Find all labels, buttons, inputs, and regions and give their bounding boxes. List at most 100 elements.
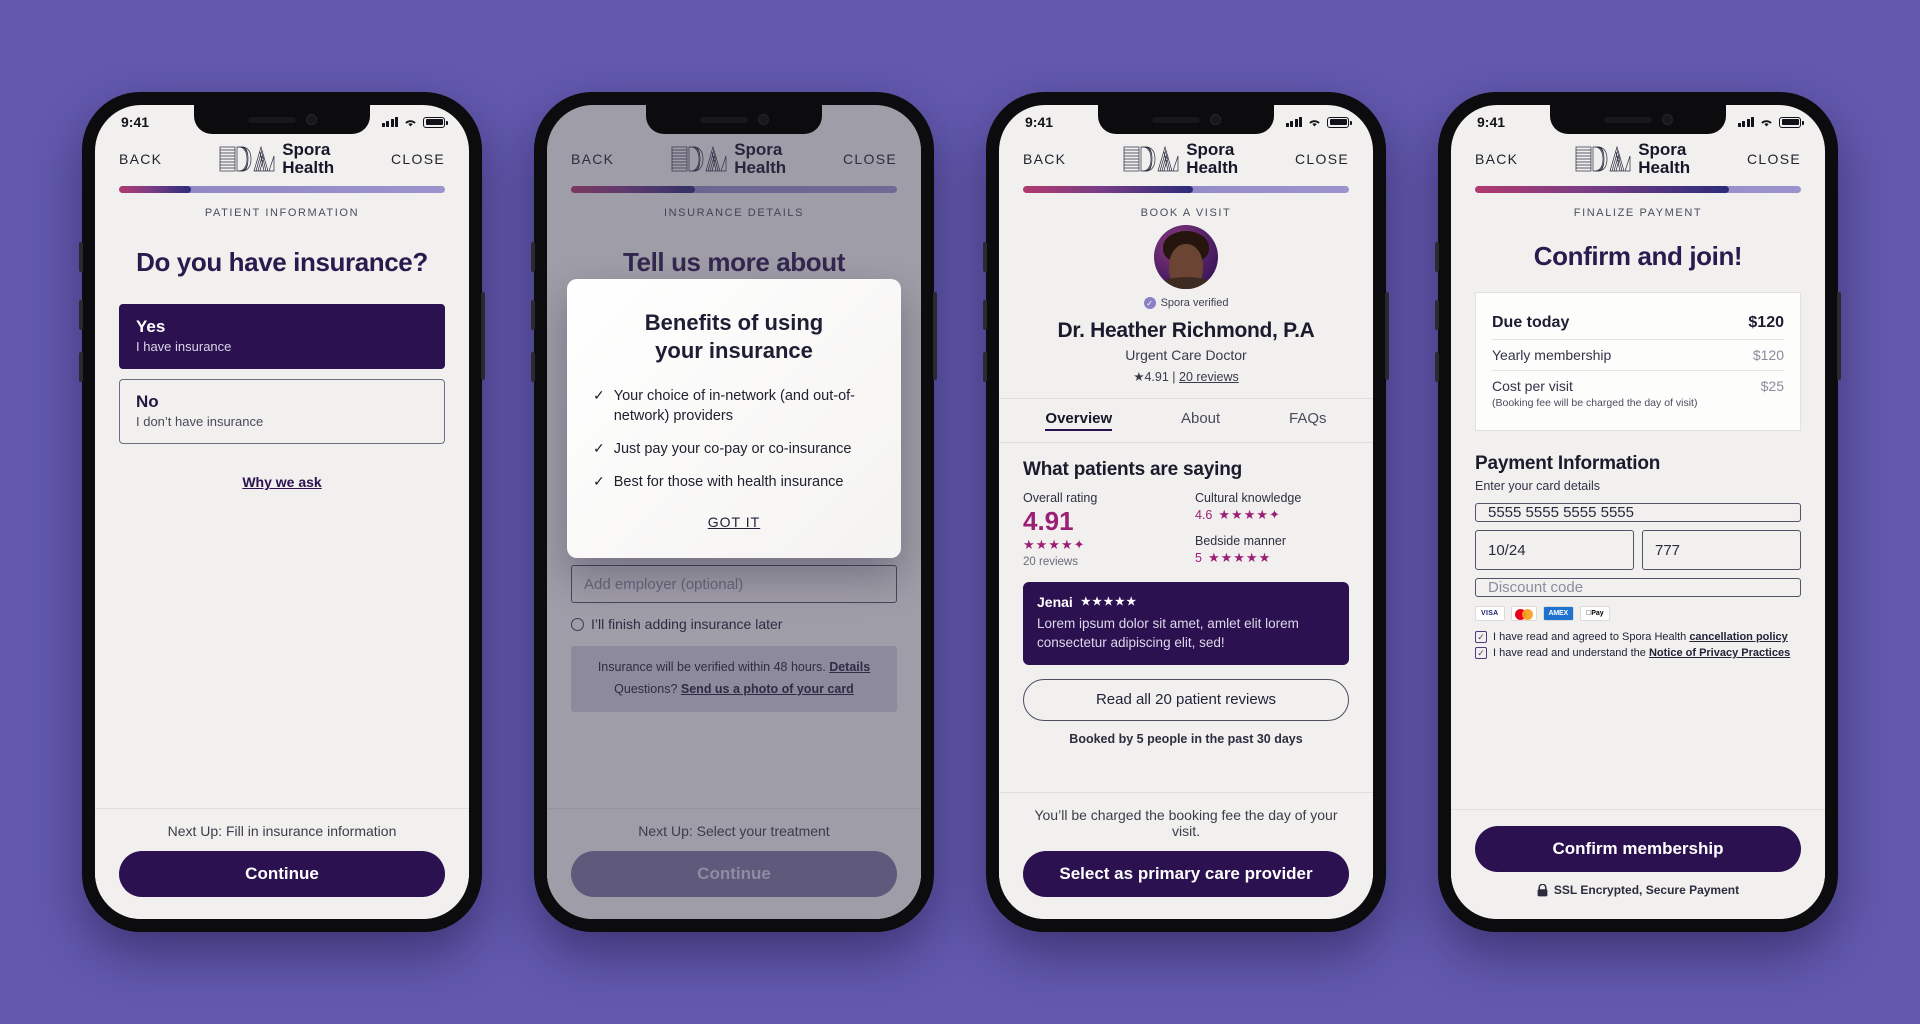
why-we-ask-link-wrap: Why we ask <box>95 474 469 492</box>
battery-icon <box>423 116 448 128</box>
choice-no[interactable]: No I don’t have insurance <box>119 379 445 444</box>
brand-name-line2: Health <box>1186 157 1239 177</box>
choice-yes[interactable]: Yes I have insurance <box>119 304 445 369</box>
cellular-signal-icon <box>1737 117 1754 127</box>
front-camera-icon <box>757 114 769 125</box>
app-bar: BACK Spora Health CLOSE <box>547 135 921 176</box>
radio-icon <box>571 617 584 631</box>
phone-mockup-stage: 9:41 BACK Spora Health CLOSE PATIENT INF… <box>0 0 1920 1024</box>
review-text: Lorem ipsum dolor sit amet, amlet elit l… <box>1037 615 1299 650</box>
screen-body: Confirm and join! Due today $120 Yearly … <box>1451 219 1825 809</box>
phone-3-provider-profile: 9:41 BACK Spora Health CLOSE BOOK A VISI… <box>983 92 1389 932</box>
status-time: 9:41 <box>1477 114 1506 130</box>
insurance-choice-list: Yes I have insurance No I don’t have ins… <box>95 304 469 444</box>
notice-photo-link[interactable]: Send us a photo of your card <box>681 682 854 696</box>
read-all-reviews-button[interactable]: Read all 20 patient reviews <box>1023 678 1349 721</box>
status-time: 9:41 <box>121 114 150 130</box>
phone-4-payment: 9:41 BACK Spora Health CLOSE FINALIZE PA… <box>1435 92 1841 932</box>
tab-faqs[interactable]: FAQs <box>1289 410 1327 431</box>
cellular-signal-icon <box>381 117 398 127</box>
employer-field-row: Add employer (optional) <box>547 565 921 603</box>
yearly-membership-label: Yearly membership <box>1492 347 1612 363</box>
close-button[interactable]: CLOSE <box>843 151 897 167</box>
cultural-knowledge-stars: ★★★★✦ <box>1218 507 1281 522</box>
consent-cancellation-policy[interactable]: ✓ I have read and agreed to Spora Health… <box>1475 631 1801 643</box>
employer-field[interactable]: Add employer (optional) <box>571 565 897 603</box>
battery-icon <box>1327 116 1352 128</box>
step-label: BOOK A VISIT <box>1140 207 1232 219</box>
provider-reviews-link[interactable]: 20 reviews <box>1179 370 1239 384</box>
overall-review-count: 20 reviews <box>1023 555 1078 568</box>
review-author: Jenai <box>1037 593 1073 610</box>
cultural-knowledge-value: 4.6 <box>1195 508 1213 522</box>
select-primary-care-provider-button[interactable]: Select as primary care provider <box>1023 851 1349 897</box>
phone-notch <box>1550 105 1726 134</box>
progress-bar <box>999 176 1373 193</box>
summary-row-due-today: Due today $120 <box>1492 307 1784 339</box>
screen-footer: You’ll be charged the booking fee the da… <box>999 792 1373 919</box>
cultural-knowledge-label: Cultural knowledge <box>1195 491 1302 505</box>
payment-information-title: Payment Information <box>1475 453 1661 474</box>
checkbox-checked-icon[interactable]: ✓ <box>1475 631 1487 643</box>
card-number-field[interactable]: 5555 5555 5555 5555 <box>1475 503 1801 522</box>
wifi-icon <box>1309 119 1320 126</box>
notice-line1-text: Insurance will be verified within 48 hou… <box>597 660 830 674</box>
benefit-item: ✓ Your choice of in-network (and out-of-… <box>593 386 875 426</box>
benefit-text: Your choice of in-network (and out-of-ne… <box>613 388 855 424</box>
due-today-label: Due today <box>1492 314 1570 331</box>
confirm-membership-button[interactable]: Confirm membership <box>1475 826 1801 872</box>
next-up-text: Next Up: Fill in insurance information <box>167 823 397 839</box>
back-button[interactable]: BACK <box>1475 151 1518 167</box>
progress-bar <box>547 176 921 193</box>
choice-yes-title: Yes <box>136 317 166 336</box>
card-cvc-field[interactable]: 777 <box>1642 530 1801 570</box>
progress-fill <box>1475 186 1730 193</box>
notice-details-link[interactable]: Details <box>829 660 870 674</box>
booking-fee-note: You’ll be charged the booking fee the da… <box>1034 807 1338 839</box>
close-button[interactable]: CLOSE <box>391 151 445 167</box>
got-it-button[interactable]: GOT IT <box>708 514 760 530</box>
brand-name-line2: Health <box>1638 157 1691 177</box>
screen-footer: Next Up: Select your treatment Continue <box>547 808 921 919</box>
cost-per-visit-value: $25 <box>1760 378 1784 394</box>
app-bar: BACK Spora Health CLOSE <box>95 135 469 176</box>
benefits-modal: Benefits of using your insurance ✓ Your c… <box>567 279 901 558</box>
screen-footer: Next Up: Fill in insurance information C… <box>95 808 469 919</box>
finish-later-option[interactable]: I’ll finish adding insurance later <box>547 616 921 632</box>
tab-about[interactable]: About <box>1181 410 1220 431</box>
spora-mark-icon <box>1123 145 1179 171</box>
apple-pay-icon: Pay <box>1579 606 1610 621</box>
brand-name-line1: Spora <box>1638 140 1687 159</box>
discount-code-field[interactable]: Discount code <box>1475 578 1801 597</box>
progress-fill <box>119 186 191 193</box>
back-button[interactable]: BACK <box>1023 151 1066 167</box>
privacy-practices-link[interactable]: Notice of Privacy Practices <box>1649 647 1790 659</box>
continue-button[interactable]: Continue <box>119 851 445 897</box>
brand-name-line2: Health <box>282 157 335 177</box>
close-button[interactable]: CLOSE <box>1747 151 1801 167</box>
back-button[interactable]: BACK <box>571 151 614 167</box>
provider-rating-line: ★4.91 | 20 reviews <box>999 369 1373 384</box>
continue-button[interactable]: Continue <box>571 851 897 897</box>
front-camera-icon <box>1209 114 1221 125</box>
tab-overview[interactable]: Overview <box>1045 410 1113 431</box>
consent-privacy-practices[interactable]: ✓ I have read and understand the Notice … <box>1475 647 1801 659</box>
verified-check-icon: ✓ <box>1143 297 1156 309</box>
brand-name-line2: Health <box>734 157 787 177</box>
next-up-text: Next Up: Select your treatment <box>638 823 830 839</box>
due-today-value: $120 <box>1748 314 1784 331</box>
close-button[interactable]: CLOSE <box>1295 151 1349 167</box>
brand-name-line1: Spora <box>282 140 331 159</box>
benefit-text: Best for those with health insurance <box>613 474 844 490</box>
payment-fields: 5555 5555 5555 5555 10/24 777 Discount c… <box>1451 503 1825 597</box>
checkbox-checked-icon[interactable]: ✓ <box>1475 647 1487 659</box>
speaker-grille-icon <box>1151 116 1200 123</box>
ssl-text: SSL Encrypted, Secure Payment <box>1553 883 1740 897</box>
cancellation-policy-link[interactable]: cancellation policy <box>1689 631 1787 643</box>
back-button[interactable]: BACK <box>119 151 162 167</box>
step-label: FINALIZE PAYMENT <box>1573 207 1703 219</box>
avatar-shoulders <box>1155 277 1217 289</box>
card-expiry-field[interactable]: 10/24 <box>1475 530 1634 570</box>
why-we-ask-link[interactable]: Why we ask <box>242 474 321 490</box>
summary-row-yearly-membership: Yearly membership $120 <box>1492 339 1784 370</box>
